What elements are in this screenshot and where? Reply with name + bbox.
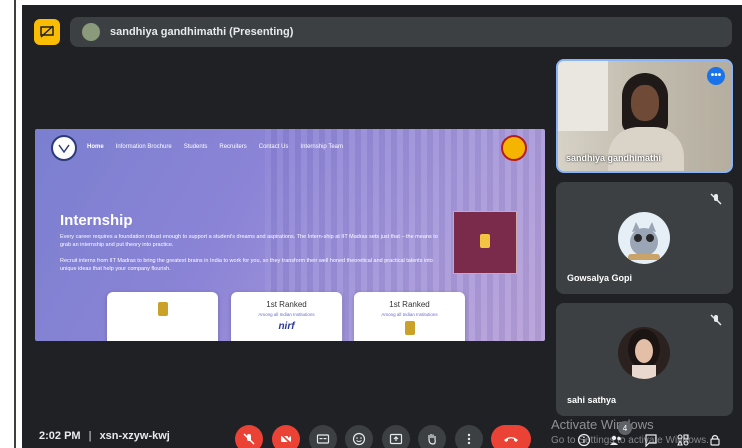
- award-poster: [453, 211, 517, 274]
- lock-icon: [710, 434, 720, 446]
- participant-name: sandhiya gandhimathi: [566, 153, 662, 163]
- meet-window: sandhiya gandhimathi (Presenting) Home I…: [22, 5, 742, 448]
- nav-recruiters[interactable]: Recruiters: [219, 144, 246, 150]
- activities-button[interactable]: [674, 431, 692, 448]
- meeting-details-button[interactable]: [575, 431, 593, 448]
- nav-contact[interactable]: Contact Us: [259, 144, 289, 150]
- end-call-icon: [504, 437, 518, 442]
- participant-tile-sahi[interactable]: sahi sathya: [556, 303, 733, 416]
- person-body: [608, 127, 684, 171]
- nirf-logo: nirf: [278, 321, 295, 332]
- present-icon: [389, 433, 403, 445]
- card-subtitle: Among all Indian Institutions: [258, 312, 315, 317]
- page-heading: Internship: [60, 212, 133, 229]
- institute-logo: [51, 135, 77, 161]
- meeting-info: 2:02 PM | xsn-xzyw-kwj: [39, 430, 170, 442]
- present-button[interactable]: [382, 425, 410, 448]
- emoji-button[interactable]: [345, 425, 373, 448]
- recruit-paragraph: Recruit interns from IIT Madras to bring…: [60, 258, 433, 272]
- nav-brochure[interactable]: Information Brochure: [116, 144, 172, 150]
- more-options-icon: [467, 433, 471, 445]
- host-controls-button[interactable]: [706, 431, 724, 448]
- person-face: [631, 85, 659, 121]
- activate-windows-title: Activate Windows: [551, 417, 654, 432]
- people-button[interactable]: [607, 431, 625, 448]
- participant-tile-presenter[interactable]: ••• sandhiya gandhimathi: [556, 59, 733, 173]
- centenary-logo: [501, 135, 527, 161]
- meeting-time: 2:02 PM: [39, 430, 81, 442]
- site-nav: Home Information Brochure Students Recru…: [87, 144, 343, 150]
- participant-name: sahi sathya: [567, 395, 617, 405]
- nav-students[interactable]: Students: [184, 144, 208, 150]
- shared-screen: Home Information Brochure Students Recru…: [35, 129, 545, 341]
- intro-paragraph: Every career requires a foundation robus…: [60, 234, 438, 248]
- meeting-separator: |: [88, 430, 92, 442]
- card-subtitle: Among all Indian Institutions: [381, 312, 438, 317]
- meeting-code: xsn-xzyw-kwj: [99, 430, 170, 442]
- ranking-card-1: [107, 292, 218, 341]
- mic-off-icon: [710, 314, 722, 326]
- nav-internship-team[interactable]: Internship Team: [300, 144, 343, 150]
- emblem-icon: [157, 302, 168, 316]
- presenter-label: sandhiya gandhimathi (Presenting): [110, 26, 294, 38]
- camera-toggle-button[interactable]: [272, 425, 300, 448]
- presenter-avatar: [82, 23, 100, 41]
- emblem-icon: [404, 321, 415, 335]
- emoji-icon: [352, 432, 366, 446]
- nav-home[interactable]: Home: [87, 144, 104, 150]
- camera-off-icon: [280, 433, 292, 445]
- left-window-edge: [0, 0, 22, 448]
- raise-hand-button[interactable]: [418, 425, 446, 448]
- mic-off-icon: [243, 433, 255, 445]
- mic-off-icon: [710, 193, 722, 205]
- activities-icon: [677, 434, 689, 446]
- ranking-card-2: 1st Ranked Among all Indian Institutions…: [231, 292, 342, 341]
- participant-avatar: [618, 327, 670, 379]
- participant-tile-gowsalya[interactable]: Gowsalya Gopi: [556, 182, 733, 294]
- end-call-button[interactable]: [491, 425, 531, 448]
- card-title: 1st Ranked: [389, 300, 430, 309]
- card-title: 1st Ranked: [266, 300, 307, 309]
- window-border: [14, 0, 16, 448]
- presentation-icon[interactable]: [34, 19, 60, 45]
- mic-toggle-button[interactable]: [235, 425, 263, 448]
- presenter-bar: sandhiya gandhimathi (Presenting): [70, 17, 732, 47]
- camera-window-light: [558, 61, 608, 131]
- participant-avatar: [618, 212, 670, 264]
- ranking-card-3: 1st Ranked Among all Indian Institutions: [354, 292, 465, 341]
- info-icon: [577, 433, 591, 447]
- raise-hand-icon: [428, 434, 436, 445]
- chat-icon: [645, 434, 657, 447]
- more-options-button[interactable]: [455, 425, 483, 448]
- people-icon: [610, 435, 621, 445]
- tile-more-button[interactable]: •••: [707, 67, 725, 85]
- participant-name: Gowsalya Gopi: [567, 273, 633, 283]
- captions-button[interactable]: [309, 425, 337, 448]
- captions-icon: [316, 434, 330, 444]
- trophy-icon: [480, 234, 490, 248]
- chat-button[interactable]: [642, 431, 660, 448]
